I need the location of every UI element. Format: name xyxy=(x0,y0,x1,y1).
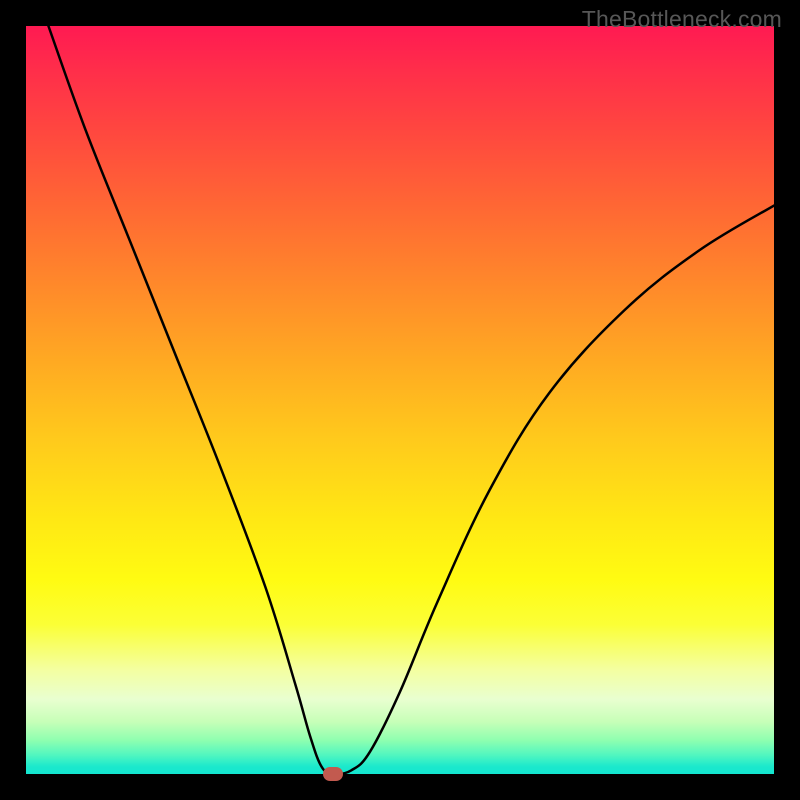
bottleneck-marker xyxy=(323,767,343,781)
bottleneck-curve xyxy=(26,26,774,774)
watermark-text: TheBottleneck.com xyxy=(582,6,782,33)
chart-frame: TheBottleneck.com xyxy=(0,0,800,800)
plot-area xyxy=(26,26,774,774)
